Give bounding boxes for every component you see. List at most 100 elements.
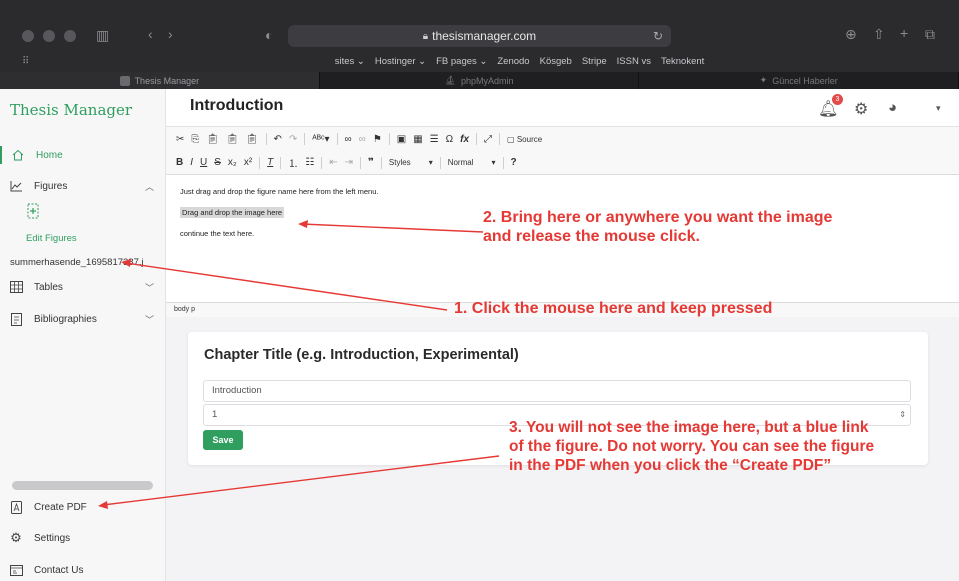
minimize-window-button[interactable]: [43, 30, 55, 42]
favorite-fb-pages[interactable]: FB pages ⌄: [436, 56, 487, 72]
horizontal-line-icon[interactable]: ☰: [430, 134, 439, 145]
favorite-kosgeb[interactable]: Kösgeb: [540, 56, 572, 72]
chevron-down-icon[interactable]: ﹀: [145, 281, 154, 294]
source-button[interactable]: ▢ Source: [507, 135, 542, 144]
math-formula-icon[interactable]: fx: [460, 134, 469, 145]
sidebar-item-label: Bibliographies: [34, 313, 97, 325]
sidebar-item-tables[interactable]: Tables ﹀: [0, 278, 166, 296]
bold-button[interactable]: B: [176, 157, 183, 168]
favorite-zenodo[interactable]: Zenodo: [497, 56, 529, 72]
thesis-manager-favicon: [119, 75, 130, 86]
back-icon[interactable]: ‹: [148, 27, 153, 41]
image-icon[interactable]: ▣: [397, 134, 406, 145]
caret-down-icon[interactable]: ▾: [936, 103, 941, 114]
favorite-issn[interactable]: ISSN vs: [617, 56, 651, 72]
subscript-button[interactable]: x₂: [228, 157, 237, 168]
drop-target-highlight[interactable]: Drag and drop the image here: [180, 207, 285, 218]
tab-guncel-haberler[interactable]: ✦ Güncel Haberler: [639, 72, 959, 89]
help-icon[interactable]: ?: [511, 157, 517, 168]
unlink-icon[interactable]: ∞: [359, 134, 366, 145]
outdent-icon[interactable]: ⇤: [329, 157, 337, 168]
remove-format-icon[interactable]: T: [267, 157, 273, 168]
figure-file-item[interactable]: summerhasende_1695817387.j: [10, 257, 144, 268]
underline-button[interactable]: U: [200, 157, 207, 168]
indent-icon[interactable]: ⇥: [345, 157, 353, 168]
tab-label: Thesis Manager: [134, 75, 200, 86]
tab-overview-icon[interactable]: ⧉: [925, 27, 935, 41]
annotation-step3-line2: of the figure. Do not worry. You can see…: [509, 438, 875, 455]
table-icon: [9, 280, 23, 294]
table-insert-icon[interactable]: ▦: [413, 134, 422, 145]
notification-badge: 3: [832, 94, 843, 105]
favorite-sites[interactable]: sites ⌄: [335, 56, 365, 72]
chapter-order-value: 1: [212, 409, 218, 420]
sidebar-toggle-icon[interactable]: ▥: [96, 28, 109, 42]
paste-word-icon[interactable]: 📋︎: [246, 134, 259, 145]
italic-button[interactable]: I: [190, 157, 193, 168]
document-icon: [9, 312, 23, 326]
toolbar-separator: [304, 133, 306, 145]
editor-drop-target-line[interactable]: Drag and drop the image here: [180, 207, 285, 218]
format-dropdown[interactable]: Normal ▾: [448, 158, 496, 167]
bulleted-list-icon[interactable]: ☷: [305, 157, 314, 168]
sidebar-item-home[interactable]: Home: [0, 146, 166, 164]
brand-logo[interactable]: Thesis Manager: [10, 101, 132, 119]
save-button[interactable]: Save: [203, 430, 243, 450]
paste-text-icon[interactable]: 📋︎: [226, 134, 239, 145]
styles-dropdown[interactable]: Styles ▾: [389, 158, 433, 167]
strike-button[interactable]: S: [214, 157, 221, 168]
gear-icon[interactable]: ⚙︎: [854, 99, 868, 119]
link-icon[interactable]: ∞: [345, 134, 352, 145]
spellcheck-icon[interactable]: ᴬᴮᶜ▾: [312, 134, 329, 145]
redo-icon[interactable]: ↷: [289, 134, 297, 145]
cut-icon[interactable]: ✂: [176, 134, 184, 145]
reload-icon[interactable]: ↻: [653, 29, 663, 43]
forward-icon[interactable]: ›: [168, 27, 173, 41]
favorite-hostinger[interactable]: Hostinger ⌄: [375, 56, 426, 72]
paste-icon[interactable]: 📋︎: [206, 134, 219, 145]
favorite-stripe[interactable]: Stripe: [582, 56, 607, 72]
anchor-flag-icon[interactable]: ⚑: [373, 134, 382, 145]
toolbar-separator: [265, 133, 267, 145]
stepper-arrows-icon[interactable]: ⇕: [899, 405, 906, 425]
chapter-title-input[interactable]: Introduction: [203, 380, 911, 402]
sidebar-item-contact[interactable]: Contact Us: [0, 561, 166, 579]
editor-text-line[interactable]: Just drag and drop the figure name here …: [180, 187, 378, 196]
blockquote-icon[interactable]: ❞: [368, 157, 374, 168]
line-chart-icon: [9, 179, 23, 193]
toolbar-separator: [476, 133, 478, 145]
sidebar-item-bibliographies[interactable]: Bibliographies ﹀: [0, 310, 166, 328]
copy-icon[interactable]: ⎘: [191, 134, 199, 145]
sidebar-item-create-pdf[interactable]: Create PDF: [0, 498, 166, 516]
close-window-button[interactable]: [22, 30, 34, 42]
toolbar-separator: [336, 133, 338, 145]
maximize-icon[interactable]: ⤢: [484, 134, 492, 145]
window-controls[interactable]: [22, 30, 76, 42]
special-char-icon[interactable]: Ω: [446, 134, 453, 145]
undo-icon[interactable]: ↶: [274, 134, 282, 145]
caret-down-icon: ▾: [491, 158, 496, 167]
address-bar[interactable]: 🔒︎ thesismanager.com ↻: [288, 25, 671, 47]
superscript-button[interactable]: x²: [244, 157, 252, 168]
new-tab-icon[interactable]: +: [900, 26, 908, 40]
download-icon[interactable]: ⊕: [845, 27, 857, 41]
favorite-teknokent[interactable]: Teknokent: [661, 56, 704, 72]
add-figure-button[interactable]: [26, 203, 40, 222]
sidebar-item-label: Contact Us: [34, 564, 84, 576]
sidebar-item-settings[interactable]: ⚙︎ Settings: [0, 529, 166, 547]
chevron-down-icon[interactable]: ﹀: [145, 313, 154, 326]
sidebar-item-figures[interactable]: Figures ︿: [0, 177, 166, 195]
editor-text-line[interactable]: continue the text here.: [180, 229, 254, 238]
avatar[interactable]: ◕: [888, 99, 897, 116]
sidebar-horizontal-scrollbar[interactable]: [12, 481, 153, 490]
numbered-list-icon[interactable]: ⒈: [288, 155, 298, 170]
tab-thesis-manager[interactable]: Thesis Manager: [0, 72, 320, 89]
tab-phpmyadmin[interactable]: ⛵︎ phpMyAdmin: [320, 72, 640, 89]
share-icon[interactable]: ⇧: [873, 27, 885, 41]
privacy-shield-icon[interactable]: ◐: [265, 28, 273, 42]
apps-grid-icon[interactable]: ⠿: [22, 56, 29, 67]
annotation-step3: 3. You will not see the image here, but …: [509, 418, 874, 475]
zoom-window-button[interactable]: [64, 30, 76, 42]
edit-figures-link[interactable]: Edit Figures: [26, 233, 77, 244]
chevron-up-icon[interactable]: ︿: [145, 180, 154, 193]
